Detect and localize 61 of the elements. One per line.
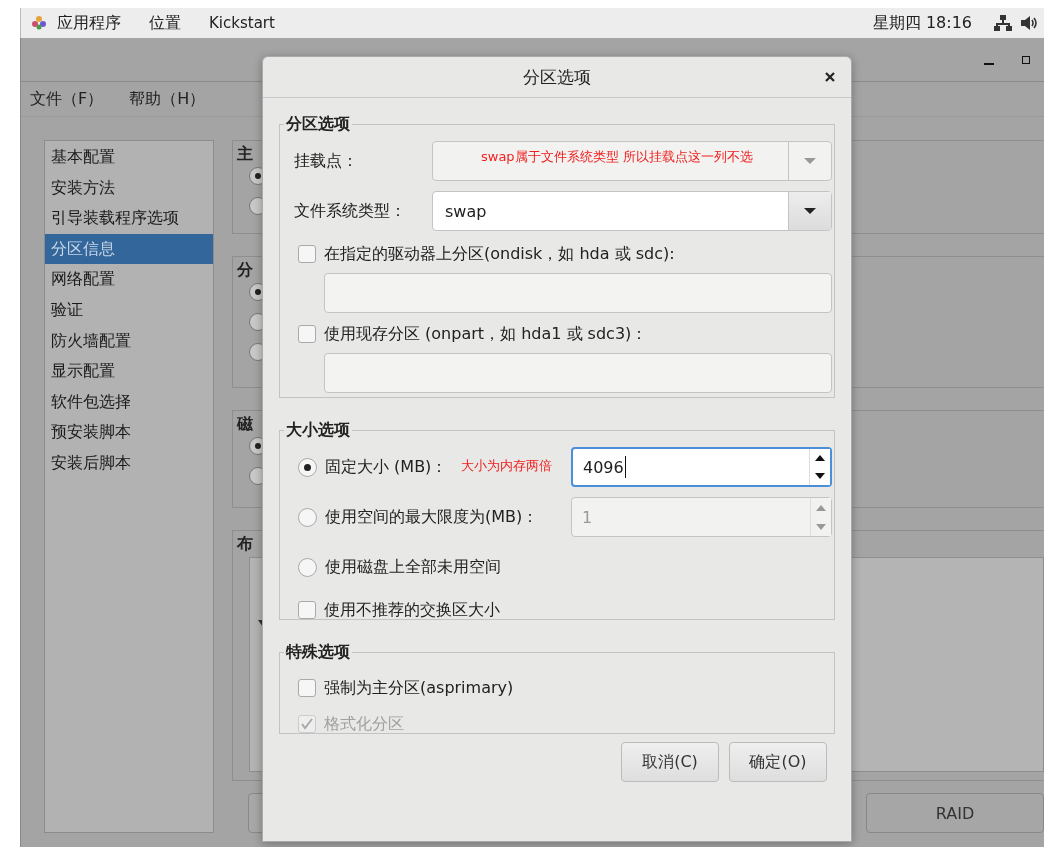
panel-menu[interactable]: 位置 [149,12,181,34]
group-heading: 分区选项 [285,114,351,135]
spin-field[interactable]: 4096 [571,447,832,487]
flower-icon [31,15,47,31]
sidebar-item[interactable]: 显示配置 [45,356,213,387]
network-icon[interactable] [994,15,1012,31]
checkbox-label: 强制为主分区(asprimary) [324,677,514,699]
sidebar-item[interactable]: 基本配置 [45,142,213,173]
cancel-button[interactable]: 取消(C) [621,742,719,782]
ok-button[interactable]: 确定(O) [729,742,827,782]
group-heading: 主 [237,144,253,165]
radio-button[interactable] [298,557,317,577]
sidebar-item[interactable]: 安装方法 [45,172,213,204]
checkbox[interactable] [298,679,316,697]
group-heading: 特殊选项 [285,642,351,663]
filesystem-dropdown[interactable]: swap [432,191,832,231]
checkbox-label: 使用现存分区 (onpart，如 hda1 或 sdc3)： [324,323,648,345]
group-heading: 磁 [237,414,253,435]
group-heading: 大小选项 [285,420,351,441]
sidebar-item[interactable]: 防火墙配置 [45,325,213,357]
checkbox-label: 使用不推荐的交换区大小 [324,599,500,621]
up-arrow-icon[interactable] [815,455,825,461]
clock[interactable]: 星期四 18:16 [872,12,972,34]
sidebar-item[interactable]: 预安装脚本 [45,417,213,448]
group-heading: 分 [237,260,253,281]
checkbox-label: 在指定的驱动器上分区(ondisk，如 hda 或 sdc): [324,243,675,265]
menu-item[interactable]: 文件（F） [30,88,104,110]
checkbox-label: 格式化分区 [324,713,404,735]
checkbox[interactable] [298,601,316,619]
menu-item[interactable]: 帮助（H） [129,88,206,110]
annotation-text: swap属于文件系统类型 所以挂载点这一列不选 [480,148,754,166]
raid-button[interactable]: RAID [866,793,1044,833]
annotation-text: 大小为内存两倍 [461,457,553,475]
sidebar-item[interactable]: 分区信息 [45,233,213,265]
dialog-title: 分区选项 [523,65,591,89]
caret-icon [804,157,816,165]
radio-label: 固定大小 (MB)： [325,456,448,478]
checkbox[interactable] [298,325,316,343]
panel-menu[interactable]: 应用程序 [57,12,121,34]
caret-icon [804,207,816,215]
radio-label: 使用磁盘上全部未用空间 [325,556,501,578]
radio-label: 使用空间的最大限度为(MB)： [325,506,539,528]
volume-icon[interactable] [1020,15,1038,31]
close-icon[interactable] [825,72,835,82]
sidebar-item[interactable]: 引导装载程序选项 [45,203,213,234]
sidebar-item[interactable]: 安装后脚本 [45,447,213,479]
radio-button[interactable] [298,457,317,477]
input-field[interactable] [324,273,832,313]
panel-menu[interactable]: Kickstart [209,14,275,32]
field-label: 文件系统类型： [294,200,407,222]
input-field[interactable] [324,353,832,393]
minimize-icon[interactable] [984,62,994,65]
checkbox[interactable] [298,245,316,263]
group-heading: 布 [237,534,253,555]
field-label: 挂载点： [294,150,359,172]
down-arrow-icon[interactable] [815,473,825,479]
sidebar-item[interactable]: 验证 [45,294,213,326]
maximize-icon[interactable] [1022,55,1030,64]
sidebar-item[interactable]: 软件包选择 [45,386,213,418]
sidebar-item[interactable]: 网络配置 [45,264,213,295]
radio-button[interactable] [298,507,317,527]
